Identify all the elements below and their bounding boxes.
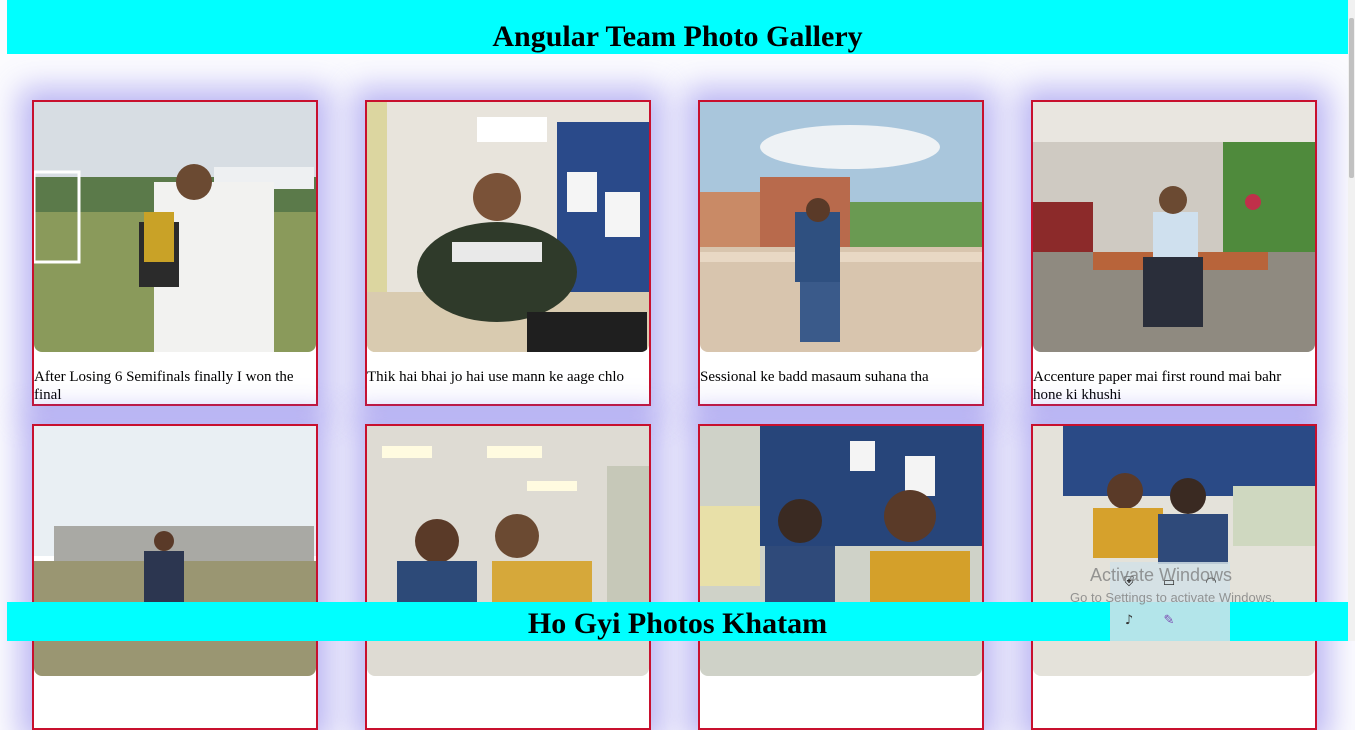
gallery-card[interactable]: [365, 424, 651, 730]
volume-icon[interactable]: ♪: [1120, 612, 1138, 630]
page-title: Angular Team Photo Gallery: [492, 20, 863, 53]
gallery-card[interactable]: After Losing 6 Semifinals finally I won …: [32, 100, 318, 406]
pen-icon[interactable]: ✎: [1160, 612, 1178, 630]
card-caption: Thik hai bhai jo hai use mann ke aage ch…: [367, 369, 624, 385]
gallery-card[interactable]: [32, 424, 318, 730]
gallery-card[interactable]: Thik hai bhai jo hai use mann ke aage ch…: [365, 100, 651, 406]
scrollbar-thumb[interactable]: [1349, 18, 1354, 178]
gallery-card[interactable]: Accenture paper mai first round mai bahr…: [1031, 100, 1317, 406]
vertical-scrollbar[interactable]: [1348, 0, 1355, 641]
office-desk-photo[interactable]: [367, 102, 649, 352]
activate-windows-subtitle: Go to Settings to activate Windows.: [1070, 590, 1276, 605]
activate-windows-title: Activate Windows: [1090, 565, 1233, 585]
card-caption: Sessional ke badd masaum suhana tha: [700, 369, 929, 385]
page-header: Angular Team Photo Gallery: [7, 0, 1348, 54]
campus-bench-photo[interactable]: [1033, 102, 1315, 352]
card-caption: Accenture paper mai first round mai bahr…: [1033, 369, 1282, 403]
balcony-sky-photo[interactable]: [700, 102, 982, 352]
gallery-card[interactable]: [698, 424, 984, 730]
card-caption: After Losing 6 Semifinals finally I won …: [34, 369, 294, 403]
gallery-card[interactable]: Sessional ke badd masaum suhana tha: [698, 100, 984, 406]
cricket-trophy-photo[interactable]: [34, 102, 316, 352]
